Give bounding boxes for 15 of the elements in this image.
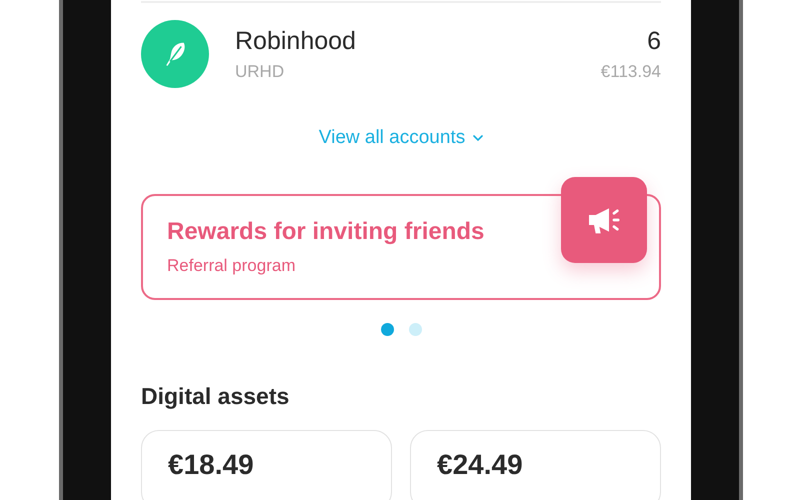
asset-value: €24.49 [437, 449, 524, 481]
promo-title: Rewards for inviting friends [167, 218, 484, 246]
account-value: €113.94 [600, 62, 661, 82]
asset-value: €18.49 [168, 449, 255, 481]
account-quantity: 6 [646, 26, 661, 56]
account-row[interactable]: Robinhood URHD 6 €113.94 [141, 19, 661, 89]
carousel-dot[interactable] [380, 323, 394, 336]
promo-subtitle: Referral program [167, 256, 296, 276]
chevron-down-icon [473, 135, 484, 141]
asset-card[interactable]: €24.49 [410, 430, 661, 500]
account-name: Robinhood [235, 26, 357, 56]
carousel-dot[interactable] [408, 323, 422, 336]
account-ticker: URHD [235, 62, 286, 82]
asset-card[interactable]: €18.49 [141, 430, 392, 500]
section-title: Digital assets [141, 383, 290, 410]
